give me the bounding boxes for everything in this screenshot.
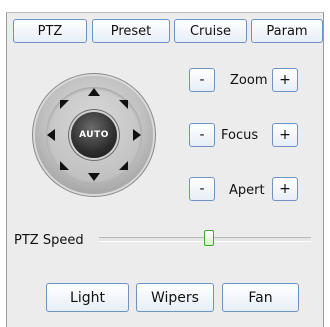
pan-up-arrow-icon[interactable] xyxy=(88,88,100,96)
pan-down-left-arrow-icon[interactable] xyxy=(60,161,69,170)
tab-preset-label: Preset xyxy=(110,23,152,39)
aperture-close-button[interactable]: - xyxy=(189,177,215,201)
focus-near-label: - xyxy=(199,127,205,143)
focus-far-label: + xyxy=(279,127,291,143)
tab-ptz[interactable]: PTZ xyxy=(13,19,87,43)
tab-cruise-label: Cruise xyxy=(189,23,232,39)
tab-cruise[interactable]: Cruise xyxy=(174,19,247,43)
tab-preset[interactable]: Preset xyxy=(92,19,170,43)
aperture-open-button[interactable]: + xyxy=(272,177,298,201)
light-button[interactable]: Light xyxy=(46,283,129,312)
pan-up-right-arrow-icon[interactable] xyxy=(119,100,128,109)
wipers-button[interactable]: Wipers xyxy=(136,283,214,312)
aperture-label: Apert xyxy=(229,183,265,198)
zoom-out-label: - xyxy=(199,72,205,88)
fan-button-label: Fan xyxy=(248,289,273,306)
light-button-label: Light xyxy=(70,289,105,306)
tab-param[interactable]: Param xyxy=(251,19,323,43)
pan-right-arrow-icon[interactable] xyxy=(133,129,141,141)
ptz-speed-slider-handle[interactable] xyxy=(204,230,215,246)
ptz-joystick[interactable]: AUTO xyxy=(35,76,153,194)
pan-down-right-arrow-icon[interactable] xyxy=(119,161,128,170)
aperture-close-label: - xyxy=(199,181,205,197)
zoom-in-label: + xyxy=(279,72,291,88)
focus-near-button[interactable]: - xyxy=(189,123,215,147)
zoom-out-button[interactable]: - xyxy=(189,68,215,92)
pan-left-arrow-icon[interactable] xyxy=(47,129,55,141)
ptz-speed-label: PTZ Speed xyxy=(14,233,84,248)
focus-label: Focus xyxy=(221,128,259,143)
fan-button[interactable]: Fan xyxy=(222,283,299,312)
zoom-in-button[interactable]: + xyxy=(272,68,298,92)
aperture-open-label: + xyxy=(279,181,291,197)
pan-down-arrow-icon[interactable] xyxy=(88,173,100,181)
auto-button[interactable]: AUTO xyxy=(71,112,117,158)
tab-param-label: Param xyxy=(266,23,308,39)
auto-button-label: AUTO xyxy=(79,130,109,140)
wipers-button-label: Wipers xyxy=(151,289,199,306)
focus-far-button[interactable]: + xyxy=(272,123,298,147)
tab-ptz-label: PTZ xyxy=(37,23,63,39)
pan-up-left-arrow-icon[interactable] xyxy=(60,100,69,109)
zoom-label: Zoom xyxy=(230,73,268,88)
